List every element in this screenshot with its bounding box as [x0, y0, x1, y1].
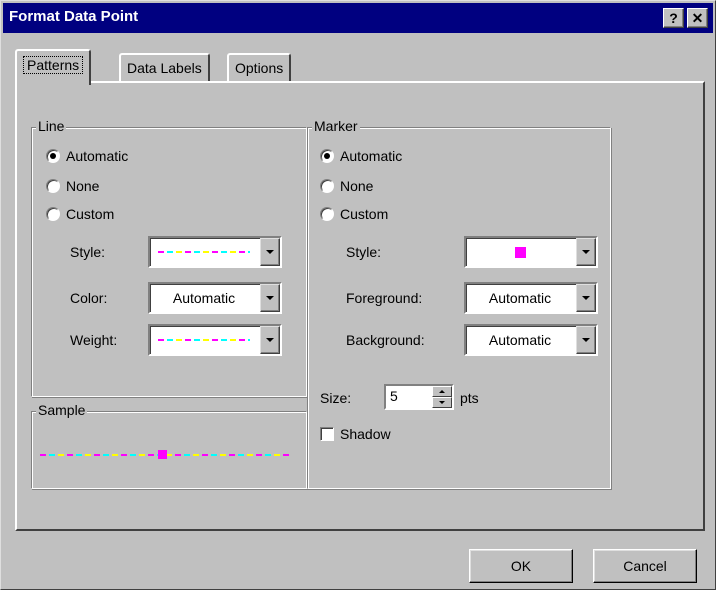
marker-size-label: Size: — [320, 390, 352, 406]
line-weight-preview — [150, 326, 258, 354]
line-style-label: Style: — [70, 244, 106, 260]
marker-background-dropdown[interactable]: Automatic — [464, 324, 598, 356]
close-button[interactable]: ✕ — [687, 8, 708, 28]
chevron-down-icon[interactable] — [576, 284, 596, 312]
marker-square-swatch — [514, 246, 526, 258]
line-automatic-radio[interactable]: Automatic — [46, 148, 128, 164]
ok-button[interactable]: OK — [469, 549, 573, 583]
chevron-down-icon[interactable] — [576, 238, 596, 266]
patterns-panel: Line Automatic None Custom Style: Color:… — [15, 81, 705, 531]
marker-none-radio[interactable]: None — [320, 178, 373, 194]
radio-checked-icon — [46, 149, 60, 163]
marker-automatic-radio[interactable]: Automatic — [320, 148, 402, 164]
marker-style-label: Style: — [346, 244, 382, 260]
radio-unchecked-icon — [320, 179, 334, 193]
tab-data-labels-label: Data Labels — [127, 60, 202, 76]
marker-group: Marker Automatic None Custom Style: Fore — [307, 118, 611, 489]
line-custom-radio[interactable]: Custom — [46, 206, 114, 222]
line-color-dropdown[interactable]: Automatic — [148, 282, 282, 314]
marker-style-dropdown[interactable] — [464, 236, 598, 268]
line-custom-label: Custom — [66, 206, 115, 222]
sample-line-preview — [40, 450, 292, 459]
radio-checked-icon — [320, 149, 334, 163]
marker-custom-radio[interactable]: Custom — [320, 206, 388, 222]
marker-background-label: Background: — [346, 332, 425, 348]
line-none-label: None — [66, 178, 100, 194]
radio-unchecked-icon — [46, 179, 60, 193]
chevron-down-icon[interactable] — [576, 326, 596, 354]
line-color-value: Automatic — [172, 290, 236, 306]
spinner-arrows[interactable] — [432, 386, 452, 408]
marker-style-preview — [466, 238, 574, 266]
line-group-legend: Line — [36, 118, 67, 134]
line-automatic-label: Automatic — [66, 148, 129, 164]
dashed-line-swatch — [158, 251, 250, 253]
marker-foreground-label: Foreground: — [346, 290, 423, 306]
line-style-dropdown[interactable] — [148, 236, 282, 268]
close-icon: ✕ — [691, 9, 704, 26]
spin-down-icon[interactable] — [432, 397, 452, 408]
tab-data-labels[interactable]: Data Labels — [119, 53, 210, 81]
sample-marker — [158, 450, 167, 459]
cancel-button-label: Cancel — [623, 558, 667, 574]
shadow-checkbox[interactable]: Shadow — [320, 426, 391, 442]
marker-automatic-label: Automatic — [340, 148, 403, 164]
line-weight-dropdown[interactable] — [148, 324, 282, 356]
marker-size-value[interactable]: 5 — [390, 388, 398, 404]
radio-unchecked-icon — [320, 207, 334, 221]
tab-patterns[interactable]: Patterns — [15, 49, 92, 85]
marker-foreground-dropdown[interactable]: Automatic — [464, 282, 598, 314]
help-icon: ? — [669, 10, 678, 26]
radio-unchecked-icon — [46, 207, 60, 221]
sample-group: Sample — [31, 402, 307, 489]
tab-options[interactable]: Options — [227, 53, 292, 81]
tab-options-label: Options — [235, 60, 284, 76]
format-data-point-dialog: Format Data Point ? ✕ Patterns Data Labe… — [0, 0, 716, 590]
help-button[interactable]: ? — [663, 8, 684, 28]
line-weight-label: Weight: — [70, 332, 118, 348]
marker-none-label: None — [340, 178, 374, 194]
chevron-down-icon[interactable] — [260, 326, 280, 354]
line-style-preview — [150, 238, 258, 266]
title-bar[interactable]: Format Data Point ? ✕ — [3, 3, 713, 33]
tab-patterns-label: Patterns — [23, 56, 84, 74]
chevron-down-icon[interactable] — [260, 284, 280, 312]
ok-button-label: OK — [510, 558, 532, 574]
sample-group-legend: Sample — [36, 402, 88, 418]
marker-custom-label: Custom — [340, 206, 389, 222]
marker-foreground-value: Automatic — [488, 290, 552, 306]
dashed-line-swatch — [158, 339, 250, 341]
marker-background-value: Automatic — [488, 332, 552, 348]
marker-size-unit: pts — [460, 390, 479, 406]
marker-group-legend: Marker — [312, 118, 360, 134]
line-group: Line Automatic None Custom Style: Color:… — [31, 118, 307, 397]
spin-up-icon[interactable] — [432, 386, 452, 397]
checkbox-unchecked-icon — [320, 427, 334, 441]
line-none-radio[interactable]: None — [46, 178, 99, 194]
chevron-down-icon[interactable] — [260, 238, 280, 266]
line-color-label: Color: — [70, 290, 108, 306]
cancel-button[interactable]: Cancel — [593, 549, 697, 583]
dialog-title: Format Data Point — [9, 8, 139, 25]
marker-size-spinner[interactable]: 5 — [384, 384, 454, 410]
shadow-label: Shadow — [340, 426, 391, 442]
